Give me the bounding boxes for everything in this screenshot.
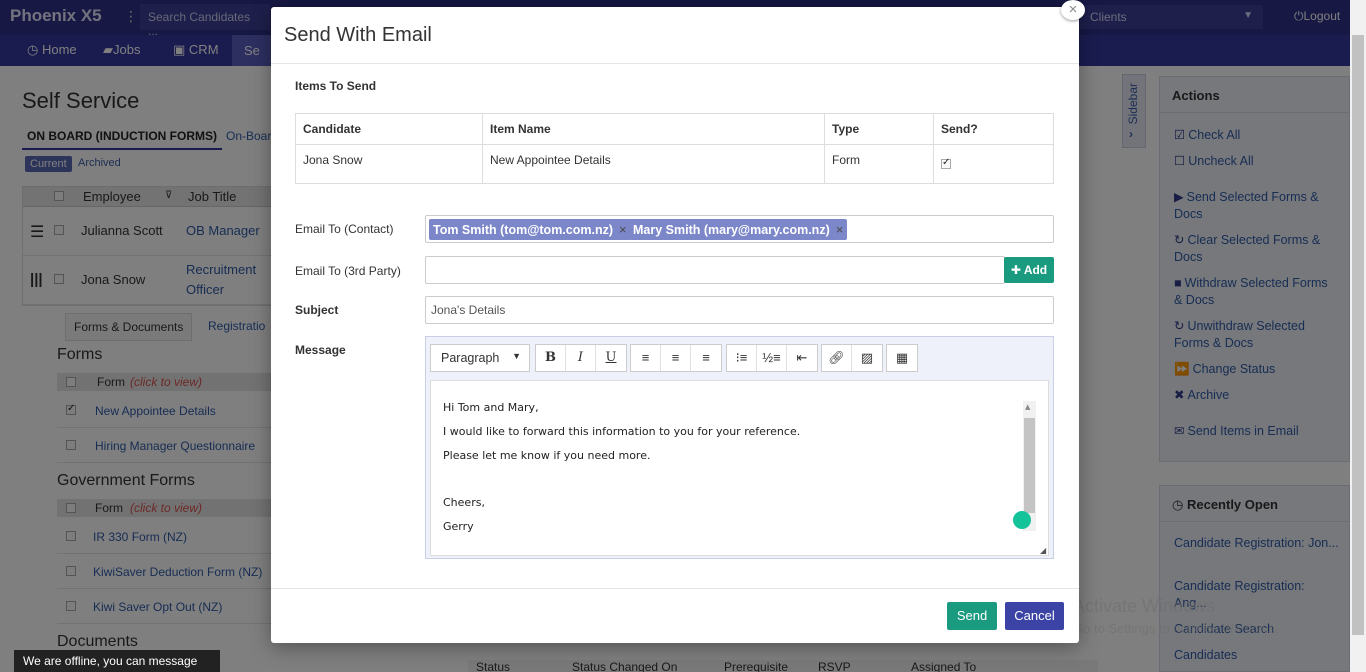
add-button-label: Add — [1023, 263, 1048, 277]
align-right-icon[interactable]: ≡ — [691, 345, 721, 371]
remove-tag-icon[interactable]: × — [836, 222, 844, 237]
message-body[interactable]: Hi Tom and Mary, I would like to forward… — [430, 380, 1049, 556]
table-group: ▦ — [886, 344, 918, 372]
col-item-name: Item Name — [482, 113, 825, 145]
email-tag-text: Mary Smith (mary@mary.com.nz) — [633, 223, 830, 237]
send-button[interactable]: Send — [947, 602, 997, 630]
bullet-list-icon[interactable]: ⁝≡ — [727, 345, 757, 371]
row-item: New Appointee Details — [482, 144, 825, 184]
plus-icon: ✚ — [1010, 263, 1021, 277]
items-table-header: Candidate Item Name Type Send? — [295, 113, 1054, 145]
message-line: I would like to forward this information… — [443, 425, 801, 438]
grammarly-icon[interactable] — [1013, 511, 1031, 529]
bold-icon[interactable]: B — [536, 345, 566, 371]
align-left-icon[interactable]: ≡ — [631, 345, 661, 371]
subject-input[interactable]: Jona's Details — [425, 296, 1054, 324]
page-scrollbar[interactable] — [1350, 0, 1366, 672]
cancel-button[interactable]: Cancel — [1005, 602, 1064, 630]
message-label: Message — [295, 343, 346, 357]
email-3rd-input[interactable] — [425, 256, 1005, 284]
divider — [271, 63, 1079, 64]
activate-windows-watermark: Activate Windows — [1073, 596, 1216, 616]
email-to-label: Email To (Contact) — [295, 222, 394, 236]
paragraph-select[interactable]: Paragraph ▼ — [430, 344, 530, 372]
offline-chat-banner[interactable]: We are offline, you can message us. — [14, 650, 220, 672]
email-3rd-label: Email To (3rd Party) — [295, 264, 401, 278]
modal-title: Send With Email — [284, 24, 432, 46]
insert-group: 🔗︎ ▨ — [821, 344, 883, 372]
underline-icon[interactable]: U — [596, 345, 626, 371]
row-type: Form — [824, 144, 934, 184]
caret-down-icon: ▼ — [512, 351, 521, 361]
numbered-list-icon[interactable]: ½≡ — [757, 345, 787, 371]
col-send: Send? — [933, 113, 1054, 145]
send-email-modal: Send With Email Items To Send Candidate … — [271, 7, 1079, 643]
align-group: ≡ ≡ ≡ — [630, 344, 722, 372]
row-send — [933, 144, 1054, 184]
divider — [271, 588, 1079, 589]
email-tag-text: Tom Smith (tom@tom.com.nz) — [433, 223, 613, 237]
table-icon[interactable]: ▦ — [887, 345, 917, 371]
email-tag: Mary Smith (mary@mary.com.nz) × — [629, 219, 848, 240]
paragraph-select-label: Paragraph — [441, 351, 500, 365]
outdent-icon[interactable]: ⇤ — [787, 345, 817, 371]
add-button[interactable]: ✚ Add — [1004, 257, 1054, 283]
link-icon[interactable]: 🔗︎ — [822, 345, 852, 371]
italic-icon[interactable]: I — [566, 345, 596, 371]
close-icon[interactable]: × — [1061, 0, 1085, 20]
col-type: Type — [824, 113, 934, 145]
message-line: Hi Tom and Mary, — [443, 401, 539, 414]
align-center-icon[interactable]: ≡ — [661, 345, 691, 371]
scroll-up-icon[interactable]: ▲ — [1025, 403, 1030, 411]
subject-label: Subject — [295, 303, 339, 317]
table-row: Jona Snow New Appointee Details Form — [295, 144, 1054, 184]
resize-handle-icon[interactable]: ◢ — [1040, 546, 1046, 555]
image-icon[interactable]: ▨ — [852, 345, 882, 371]
col-candidate: Candidate — [295, 113, 483, 145]
send-checkbox-box — [941, 157, 951, 169]
format-group: B I U — [535, 344, 627, 372]
items-table: Candidate Item Name Type Send? Jona Snow… — [295, 113, 1054, 184]
page-scroll-thumb[interactable] — [1352, 35, 1364, 635]
message-line: Gerry — [443, 520, 474, 533]
remove-tag-icon[interactable]: × — [619, 222, 627, 237]
message-line: Cheers, — [443, 496, 485, 509]
editor-scroll-thumb[interactable] — [1024, 418, 1035, 513]
row-candidate: Jona Snow — [295, 144, 483, 184]
message-line: Please let me know if you need more. — [443, 449, 651, 462]
send-checkbox[interactable] — [941, 157, 951, 169]
email-to-input[interactable]: Tom Smith (tom@tom.com.nz) × Mary Smith (… — [425, 215, 1054, 243]
email-tag: Tom Smith (tom@tom.com.nz) × — [429, 219, 631, 240]
subject-value: Jona's Details — [431, 303, 506, 317]
list-group: ⁝≡ ½≡ ⇤ — [726, 344, 818, 372]
message-editor: Paragraph ▼ B I U ≡ ≡ ≡ ⁝≡ ½≡ ⇤ 🔗︎ ▨ ▦ Hi… — [425, 336, 1054, 559]
activate-windows-subtext: Go to Settings to activate Windows. — [1073, 621, 1279, 636]
items-title: Items To Send — [295, 79, 377, 93]
